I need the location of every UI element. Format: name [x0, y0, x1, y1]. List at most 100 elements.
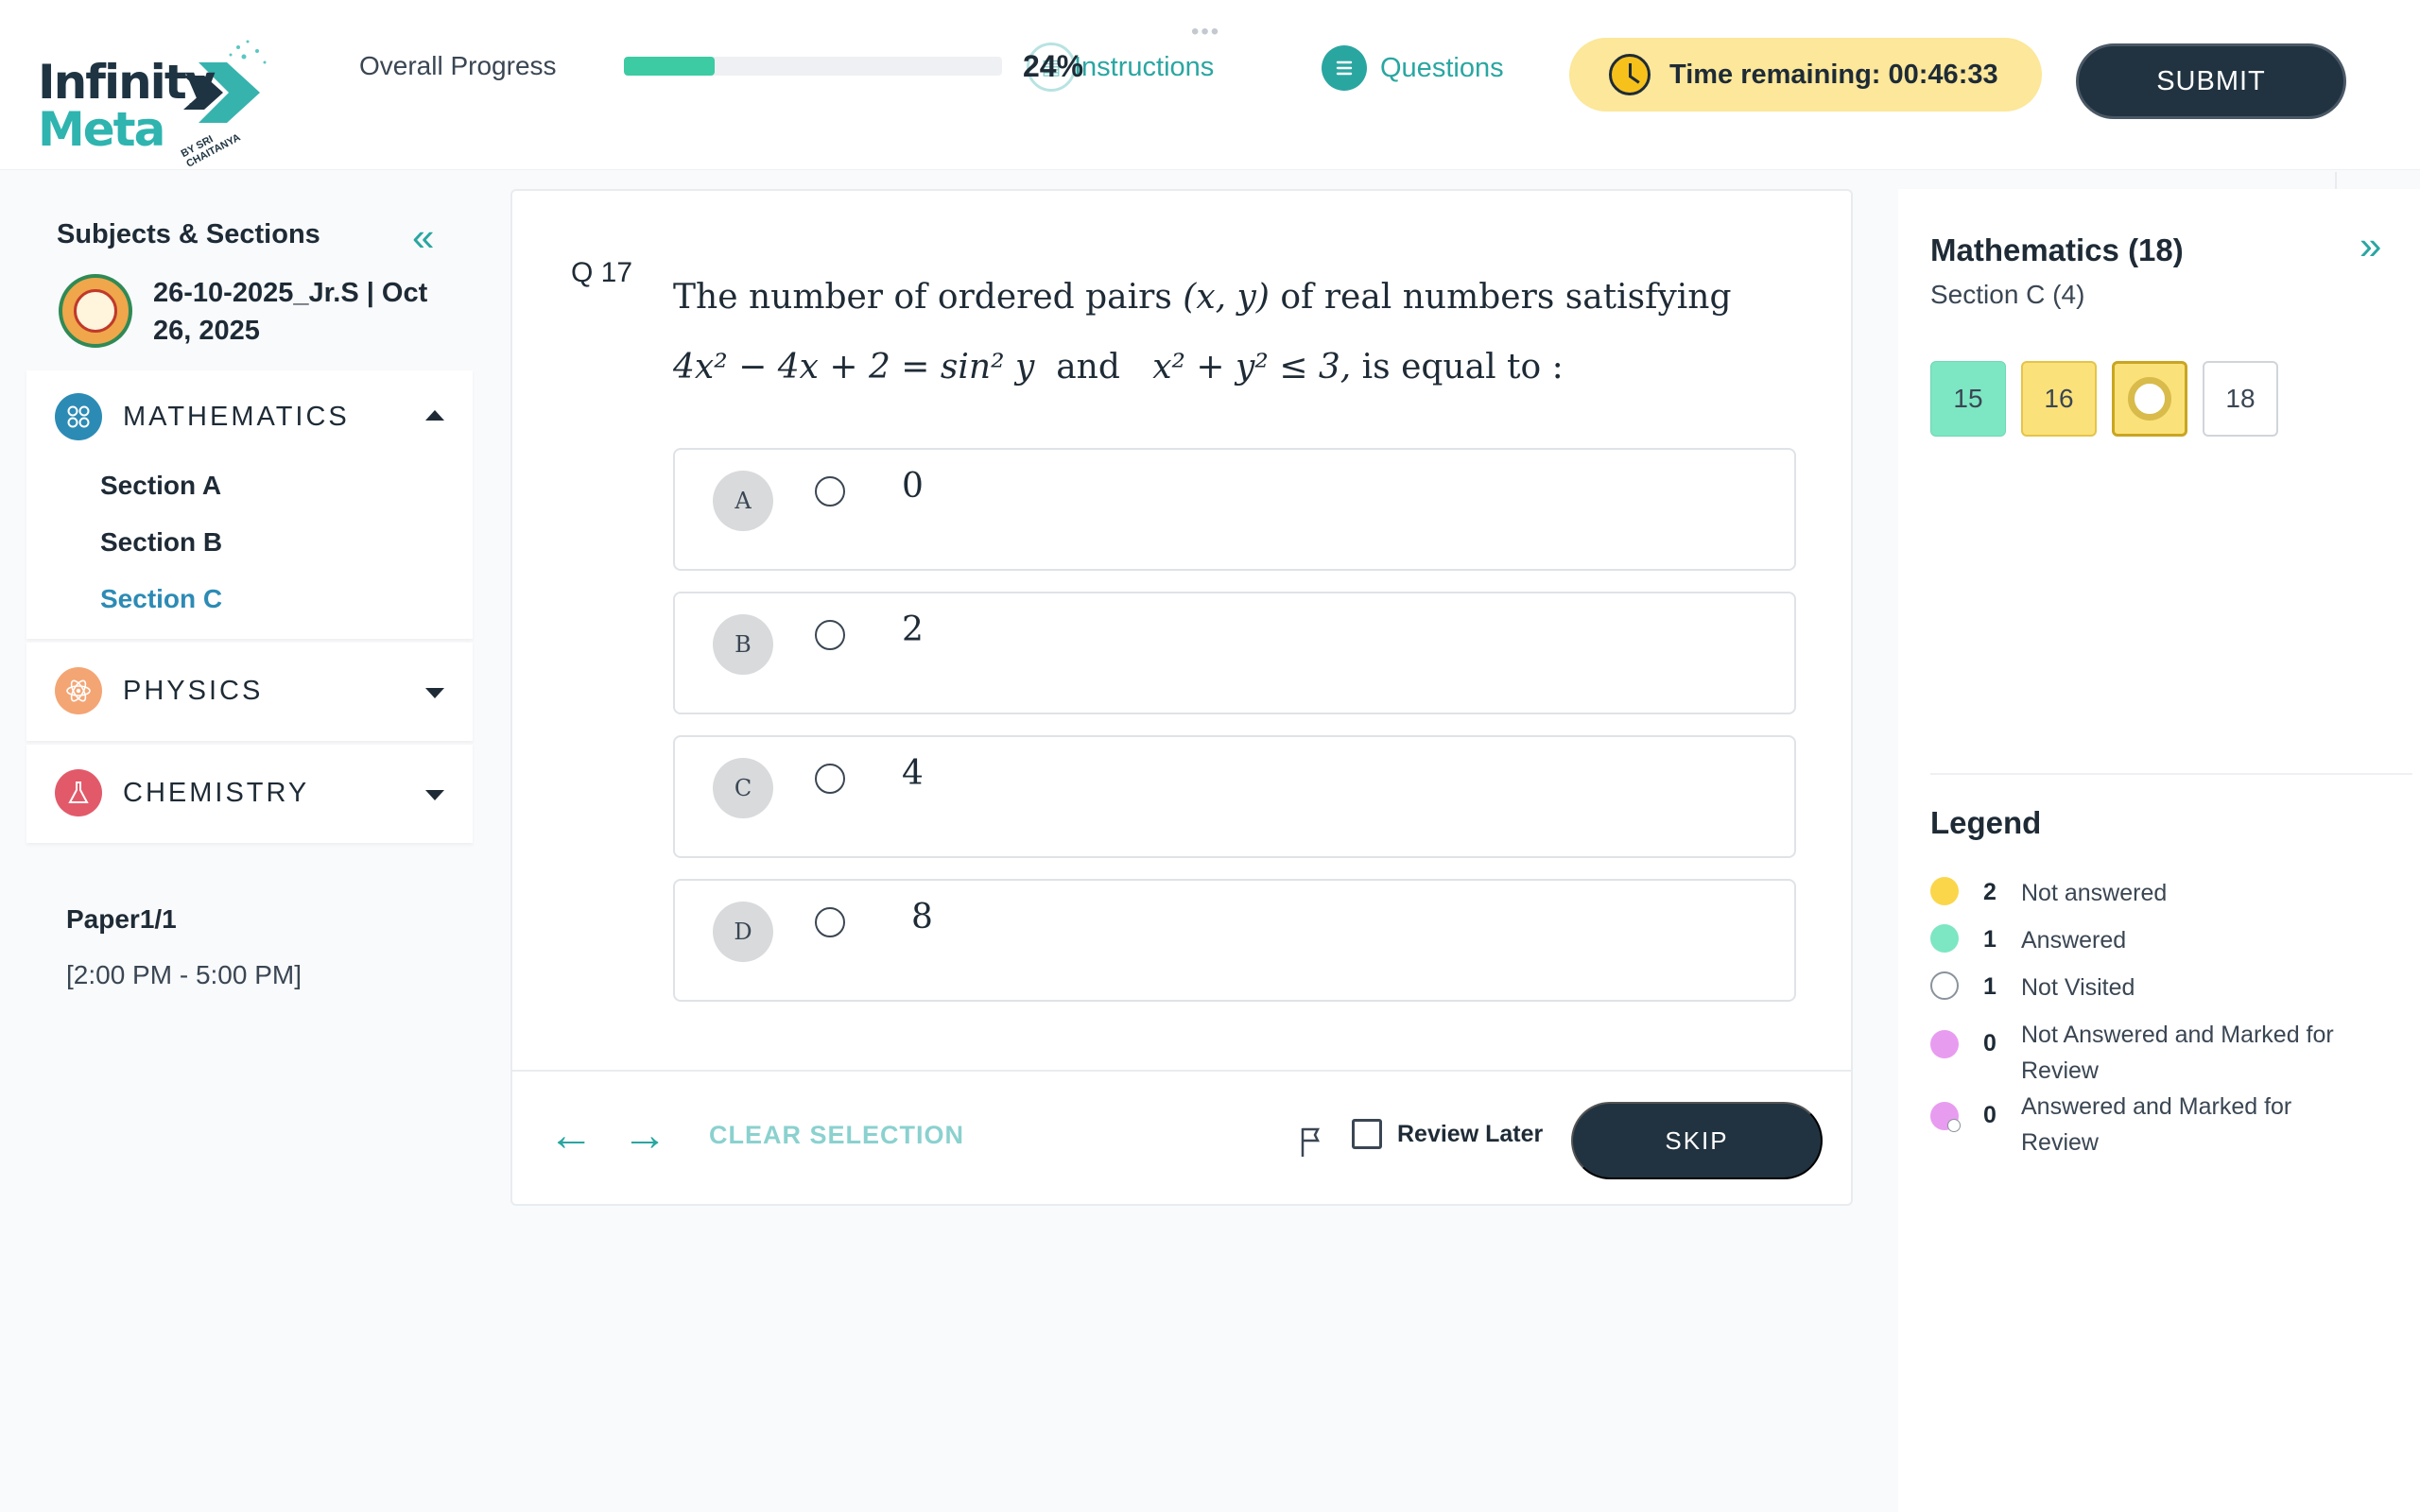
palette-section-title: Section C (4): [1930, 280, 2085, 309]
question-text: The number of ordered pairs (x, y) of re…: [673, 263, 1789, 403]
legend-count: 0: [1983, 1030, 1996, 1057]
question-line-1: The number of ordered pairs (x, y) of re…: [673, 263, 1789, 333]
section-item-c[interactable]: Section C: [100, 584, 222, 614]
subject-card-mathematics: MATHEMATICS Section A Section B Section …: [26, 370, 473, 639]
questions-label: Questions: [1380, 52, 1504, 83]
exam-name: 26-10-2025_Jr.S | Oct 26, 2025: [153, 278, 428, 346]
radio-button[interactable]: [815, 620, 845, 650]
question-panel: Q 17 The number of ordered pairs (x, y) …: [510, 189, 1853, 1206]
radio-button[interactable]: [815, 476, 845, 507]
subject-name: CHEMISTRY: [123, 777, 310, 808]
option-letter: C: [713, 758, 773, 818]
option-d[interactable]: D 8: [673, 879, 1796, 1002]
progress-bar-fill: [624, 57, 715, 76]
legend-count: 1: [1983, 973, 1996, 1000]
instructions-label: Instructions: [1074, 51, 1215, 82]
arrow-left-icon[interactable]: ←: [548, 1112, 594, 1160]
legend-item-not-answered: 2 Not answered: [1930, 875, 2371, 911]
legend-dot-purple-check-icon: [1930, 1102, 1961, 1132]
questions-button[interactable]: Questions: [1322, 45, 1504, 91]
subject-header-chemistry[interactable]: CHEMISTRY: [55, 769, 309, 816]
paper-time: [2:00 PM - 5:00 PM]: [66, 960, 302, 989]
submit-button[interactable]: SUBMIT: [2076, 43, 2346, 119]
flag-icon: [1301, 1127, 1321, 1157]
overall-progress-label: Overall Progress: [359, 51, 557, 80]
palette-question-18[interactable]: 18: [2203, 361, 2278, 437]
question-footer-divider: [512, 1070, 1851, 1072]
legend-label: Answered: [2021, 927, 2127, 954]
subject-card-physics[interactable]: PHYSICS: [26, 643, 473, 741]
palette-divider: [1930, 773, 2412, 775]
paper-name: Paper1/1: [66, 904, 177, 934]
right-panel-tab: [2335, 172, 2420, 191]
questions-list-icon: [1322, 45, 1367, 91]
legend-count: 0: [1983, 1102, 1996, 1128]
radio-button[interactable]: [815, 764, 845, 794]
question-palette-panel: Mathematics (18) Section C (4) » 15 16 1…: [1898, 189, 2420, 1512]
option-b[interactable]: B 2: [673, 592, 1796, 714]
question-text-part: of real numbers satisfying: [1280, 278, 1732, 317]
option-c[interactable]: C 4: [673, 735, 1796, 858]
option-value: 4: [902, 754, 924, 793]
grid-icon: [55, 393, 102, 440]
radio-button[interactable]: [815, 907, 845, 937]
question-number: Q 17: [571, 257, 633, 288]
option-value: 0: [902, 467, 924, 506]
legend-dot-yellow-icon: [1930, 877, 1959, 905]
legend-label: Not Visited: [2021, 974, 2135, 1001]
legend-count: 1: [1983, 926, 1996, 953]
subject-header-mathematics[interactable]: MATHEMATICS: [55, 393, 350, 440]
legend-dot-empty-icon: [1930, 971, 1959, 1000]
subject-name: MATHEMATICS: [123, 401, 350, 432]
time-remaining-badge: Time remaining: 00:46:33: [1569, 38, 2042, 112]
palette-question-current[interactable]: [2112, 361, 2187, 437]
legend-title: Legend: [1930, 805, 2042, 840]
option-letter: B: [713, 614, 773, 675]
question-math-eq: 4x² − 4x + 2 = sin² y: [673, 348, 1035, 387]
exam-emblem-icon: [59, 274, 132, 348]
review-later-checkbox[interactable]: [1352, 1119, 1382, 1149]
section-item-a[interactable]: Section A: [100, 471, 221, 501]
flask-icon: [55, 769, 102, 816]
current-question-ring-icon: [2128, 377, 2171, 421]
overall-progress-percent: 24%: [1023, 49, 1084, 83]
caret-down-icon[interactable]: [425, 688, 444, 698]
time-remaining-text: Time remaining: 00:46:33: [1669, 59, 1998, 90]
overall-progress-bar: [624, 57, 1002, 76]
option-letter: A: [713, 471, 773, 531]
legend-item-answered-marked: 0 Answered and Marked for Review: [1930, 1089, 2371, 1160]
subject-name: PHYSICS: [123, 675, 264, 706]
top-header: Infinity Meta BY SRI CHAITANYA Overall P…: [0, 0, 2420, 170]
clock-icon: [1609, 54, 1651, 95]
legend-item-answered: 1 Answered: [1930, 922, 2371, 958]
collapse-sidebar-icon[interactable]: «: [412, 217, 434, 257]
palette-question-15[interactable]: 15: [1930, 361, 2006, 437]
subject-header-physics[interactable]: PHYSICS: [55, 667, 263, 714]
question-text-part: is equal to :: [1361, 348, 1564, 387]
clear-selection-button[interactable]: CLEAR SELECTION: [709, 1121, 964, 1150]
legend-dot-green-icon: [1930, 924, 1959, 953]
expand-panel-icon[interactable]: »: [2360, 223, 2381, 268]
subject-card-chemistry[interactable]: CHEMISTRY: [26, 745, 473, 843]
skip-button[interactable]: SKIP: [1571, 1102, 1823, 1179]
question-text-part: The number of ordered pairs: [673, 278, 1172, 317]
logo-text-meta: Meta: [38, 102, 165, 157]
question-text-part: and: [1056, 348, 1120, 387]
legend-item-not-visited: 1 Not Visited: [1930, 970, 2371, 1005]
legend-label: Not Answered and Marked for Review: [2021, 1022, 2334, 1084]
option-value: 8: [911, 898, 933, 936]
caret-down-icon[interactable]: [425, 790, 444, 800]
option-value: 2: [902, 610, 924, 649]
option-a[interactable]: A 0: [673, 448, 1796, 571]
infinity-meta-logo: Infinity Meta BY SRI CHAITANYA: [38, 8, 267, 170]
caret-up-icon[interactable]: [425, 410, 444, 421]
subjects-sections-title: Subjects & Sections: [57, 219, 320, 249]
section-item-b[interactable]: Section B: [100, 527, 222, 558]
atom-icon: [55, 667, 102, 714]
arrow-right-icon[interactable]: →: [622, 1112, 667, 1160]
legend-label: Not answered: [2021, 880, 2168, 906]
legend-label: Answered and Marked for Review: [2021, 1093, 2292, 1156]
question-line-2: 4x² − 4x + 2 = sin² y and x² + y² ≤ 3, i…: [673, 333, 1789, 403]
palette-question-16[interactable]: 16: [2021, 361, 2097, 437]
legend-dot-purple-icon: [1930, 1030, 1959, 1058]
